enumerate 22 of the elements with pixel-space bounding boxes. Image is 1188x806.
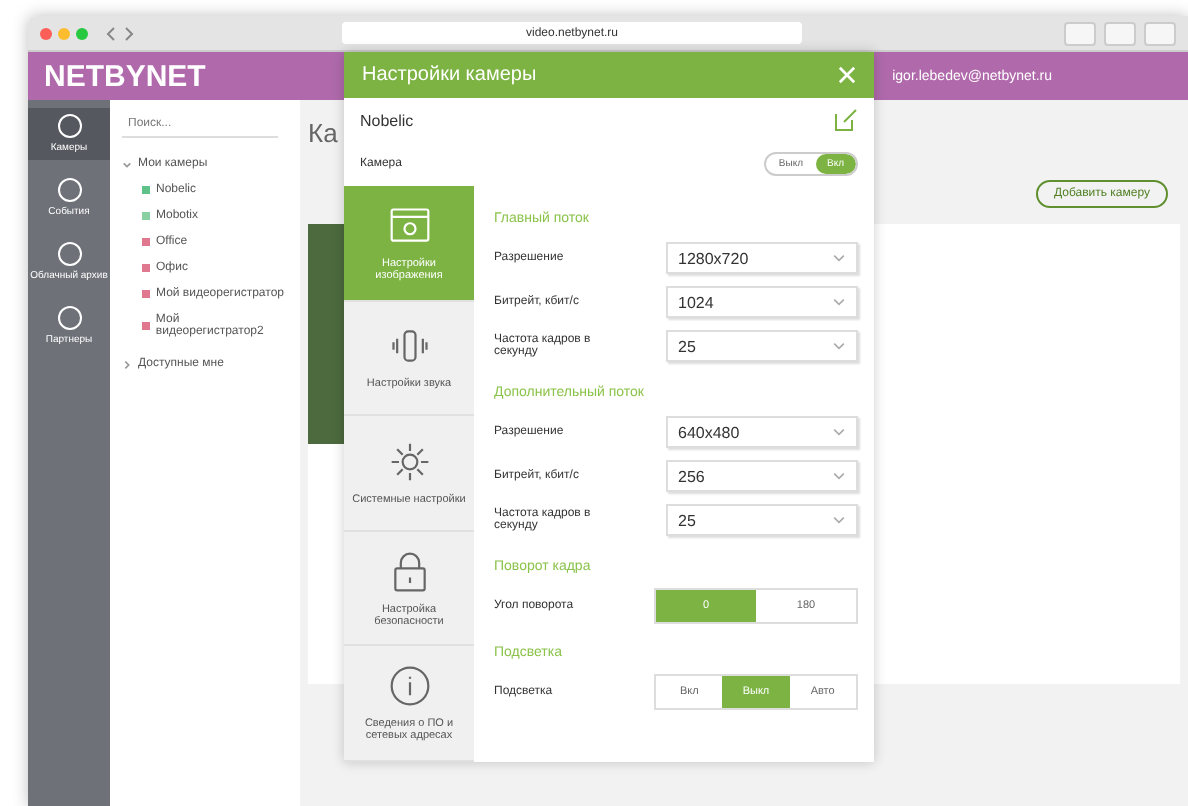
dropdown[interactable]: 256 [666,460,858,492]
dropdown[interactable]: 1024 [666,286,858,318]
chevron-down-icon [832,254,846,262]
chevron-down-icon [832,342,846,350]
window-controls-icon[interactable] [40,27,88,39]
page-title: Ка [308,118,338,148]
dropdown[interactable]: 640x480 [666,416,858,448]
dropdown[interactable]: 25 [666,504,858,536]
logo: NETBYNET [44,59,206,93]
toolbar-icons-icon[interactable] [1064,21,1176,45]
edit-icon[interactable] [834,108,858,132]
chevron-down-icon [832,298,846,306]
dialog-title: Настройки камеры [362,64,537,86]
camera-name: Nobelic [360,111,414,129]
close-icon[interactable] [838,66,856,84]
chevron-down-icon [832,428,846,436]
image-frame-icon [387,203,431,248]
info-icon [387,664,431,709]
dropdown[interactable]: 1280x720 [666,242,858,274]
chevron-down-icon [832,472,846,480]
dropdown[interactable]: 25 [666,330,858,362]
chevron-down-icon [832,516,846,524]
